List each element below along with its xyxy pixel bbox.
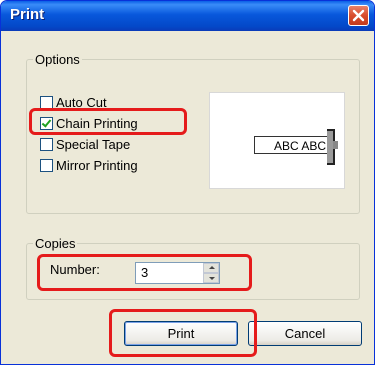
number-highlight bbox=[37, 254, 252, 291]
tape-preview: ABC ABC bbox=[209, 92, 345, 189]
options-legend: Options bbox=[35, 52, 80, 67]
special-tape-option[interactable]: Special Tape bbox=[40, 134, 130, 154]
cancel-button[interactable]: Cancel bbox=[248, 321, 362, 346]
chain-printing-highlight bbox=[29, 108, 187, 135]
auto-cut-checkbox[interactable] bbox=[40, 95, 53, 109]
close-button[interactable] bbox=[348, 5, 369, 26]
copies-legend: Copies bbox=[35, 236, 76, 251]
special-tape-checkbox[interactable] bbox=[40, 137, 53, 151]
dialog-title: Print bbox=[10, 6, 45, 23]
close-icon bbox=[352, 9, 365, 22]
preview-tape-label: ABC ABC bbox=[254, 136, 329, 154]
print-button-highlight bbox=[109, 309, 257, 357]
special-tape-label: Special Tape bbox=[56, 136, 131, 152]
tape-cutter-stub bbox=[333, 141, 338, 149]
mirror-printing-label: Mirror Printing bbox=[56, 157, 138, 173]
title-bar[interactable]: Print bbox=[1, 1, 374, 31]
mirror-printing-option[interactable]: Mirror Printing bbox=[40, 155, 138, 175]
mirror-printing-checkbox[interactable] bbox=[40, 158, 53, 172]
